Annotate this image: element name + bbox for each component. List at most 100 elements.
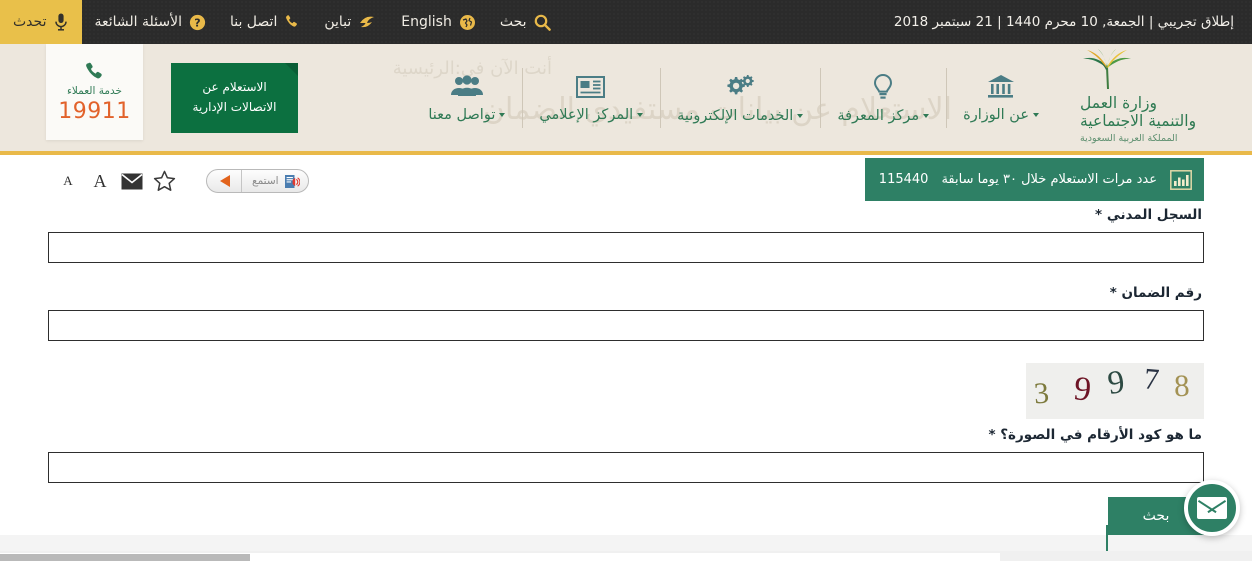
horizontal-scrollbar[interactable] <box>0 554 250 561</box>
captcha-character: 9 <box>1105 364 1127 402</box>
nav-item-about-ministry[interactable]: عن الوزارة <box>946 62 1056 134</box>
required-marker: * <box>1095 207 1103 223</box>
nav-item-media-center[interactable]: المركز الإعلامي <box>522 62 661 134</box>
banner-line-2: الاتصالات الإدارية <box>192 99 277 114</box>
lightbulb-icon <box>870 73 896 101</box>
email-page-button[interactable] <box>116 163 148 199</box>
submit-row: بحث <box>48 497 1204 535</box>
contrast-icon <box>358 14 377 31</box>
chevron-down-icon <box>637 113 644 117</box>
civil-registry-input[interactable] <box>48 232 1204 263</box>
captcha-character: 3 <box>1032 376 1051 411</box>
topbar-item-speak[interactable]: تحدث <box>0 0 83 44</box>
main-navigation: عن الوزارة مركز المعرفة الخدمات الإلكترو… <box>411 44 1062 151</box>
required-marker: * <box>988 427 996 443</box>
bar-chart-icon <box>1170 169 1192 190</box>
customer-service-number: 19911 <box>58 98 131 124</box>
header-spacer <box>298 44 411 151</box>
page-toolbar: عدد مرات الاستعلام خلال ٣٠ يوما سابقة 11… <box>0 155 1252 207</box>
topbar-item-label: بحث <box>499 14 527 30</box>
captcha-image-row: 39978 <box>48 363 1204 419</box>
envelope-icon <box>1197 497 1227 519</box>
star-icon <box>153 170 176 192</box>
field-label: ما هو كود الأرقام في الصورة؟ * <box>988 427 1202 443</box>
topbar-item-contrast[interactable]: تباين <box>312 0 389 44</box>
chevron-down-icon <box>1033 113 1039 117</box>
envelope-icon <box>121 173 143 190</box>
topbar-item-label: English <box>401 14 452 30</box>
search-icon <box>534 14 551 31</box>
field-captcha: ما هو كود الأرقام في الصورة؟ * <box>48 427 1204 483</box>
readspeaker-label-group: استمع <box>241 170 308 192</box>
logo-line-3: المملكة العربية السعودية <box>1080 132 1178 144</box>
topbar-item-search[interactable]: بحث <box>488 0 563 44</box>
newspaper-icon <box>575 74 607 100</box>
customer-service-label: خدمة العملاء <box>66 84 123 97</box>
readspeaker-label: استمع <box>252 175 279 187</box>
topbar-right-group: إطلاق تجريبي | الجمعة, 10 محرم 1440 | 21… <box>894 0 1252 44</box>
captcha-character: 7 <box>1142 363 1161 397</box>
top-utility-bar: إطلاق تجريبي | الجمعة, 10 محرم 1440 | 21… <box>0 0 1252 44</box>
nav-item-label: المركز الإعلامي <box>539 107 644 123</box>
inquiry-counter-badge: عدد مرات الاستعلام خلال ٣٠ يوما سابقة 11… <box>864 158 1204 201</box>
topbar-item-contact-us[interactable]: اتصل بنا <box>218 0 312 44</box>
launch-date-text: إطلاق تجريبي | الجمعة, 10 محرم 1440 | 21… <box>893 14 1234 30</box>
field-label: رقم الضمان * <box>1109 285 1202 301</box>
topbar-left-group: بحث English تباين اتصل بنا الأسئلة الشائ <box>0 0 563 44</box>
captcha-character: 8 <box>1173 367 1191 404</box>
nav-item-label: تواصل معنا <box>428 107 506 123</box>
increase-font-size-button[interactable]: A <box>84 163 116 199</box>
speaker-icon <box>284 174 300 189</box>
guarantee-number-input[interactable] <box>48 310 1204 341</box>
page-bottom-strip <box>0 525 1252 561</box>
topbar-item-label: تحدث <box>13 14 47 30</box>
add-favorite-button[interactable] <box>148 163 180 199</box>
logo-line-2: والتنمية الاجتماعية <box>1080 112 1197 131</box>
globe-icon <box>459 14 476 31</box>
banner-line-1: الاستعلام عن <box>202 80 267 95</box>
svg-text:?: ? <box>194 16 200 29</box>
nav-item-e-services[interactable]: الخدمات الإلكترونية <box>660 62 822 134</box>
field-guarantee-number: رقم الضمان * <box>48 285 1204 341</box>
phone-icon <box>284 14 300 30</box>
readspeaker-listen-button[interactable]: استمع <box>206 169 309 193</box>
bottom-green-tick <box>1106 525 1108 551</box>
people-icon <box>450 74 484 100</box>
chevron-down-icon <box>797 114 804 118</box>
captcha-input[interactable] <box>48 452 1204 483</box>
chevron-down-icon <box>923 114 930 118</box>
captcha-image: 39978 <box>1026 363 1204 419</box>
readspeaker-play-button[interactable] <box>207 170 241 192</box>
phone-icon <box>84 61 106 83</box>
site-header: الاستعلام عن بيانات مستفيدي الضمان أنت ا… <box>0 44 1252 155</box>
field-label: السجل المدني * <box>1095 207 1202 223</box>
logo-line-1: وزارة العمل <box>1080 94 1158 113</box>
floating-contact-button[interactable] <box>1184 480 1240 536</box>
field-civil-registry: السجل المدني * <box>48 207 1204 263</box>
nav-item-label: عن الوزارة <box>963 107 1039 123</box>
topbar-item-label: الأسئلة الشائعة <box>94 14 182 30</box>
topbar-item-language[interactable]: English <box>389 0 488 44</box>
nav-item-label: مركز المعرفة <box>837 108 930 124</box>
nav-item-knowledge-center[interactable]: مركز المعرفة <box>820 62 947 134</box>
site-logo[interactable]: وزارة العمل والتنمية الاجتماعية المملكة … <box>1062 44 1252 151</box>
play-triangle-icon <box>220 175 230 187</box>
chevron-down-icon <box>499 113 506 117</box>
accessibility-tools: A A استمع <box>0 155 309 207</box>
counter-label: عدد مرات الاستعلام خلال ٣٠ يوما سابقة <box>941 172 1157 187</box>
bank-icon <box>986 74 1016 100</box>
customer-service-box[interactable]: خدمة العملاء 19911 <box>46 44 143 140</box>
gears-icon <box>724 73 756 101</box>
topbar-item-label: اتصل بنا <box>229 14 278 30</box>
topbar-item-faq[interactable]: الأسئلة الشائعة ? <box>82 0 218 44</box>
microphone-icon <box>53 12 69 32</box>
required-marker: * <box>1109 285 1117 301</box>
inquiry-form: السجل المدني * رقم الضمان * 39978 ما هو … <box>0 207 1252 535</box>
topbar-item-label: تباين <box>324 14 352 30</box>
decrease-font-size-button[interactable]: A <box>52 163 84 199</box>
counter-value: 115440 <box>878 172 929 187</box>
nav-item-contact[interactable]: تواصل معنا <box>411 62 524 134</box>
admin-communications-banner[interactable]: الاستعلام عن الاتصالات الإدارية <box>171 62 298 133</box>
palm-tree-emblem-icon <box>1080 49 1134 93</box>
bottom-grey-band <box>0 535 1252 551</box>
